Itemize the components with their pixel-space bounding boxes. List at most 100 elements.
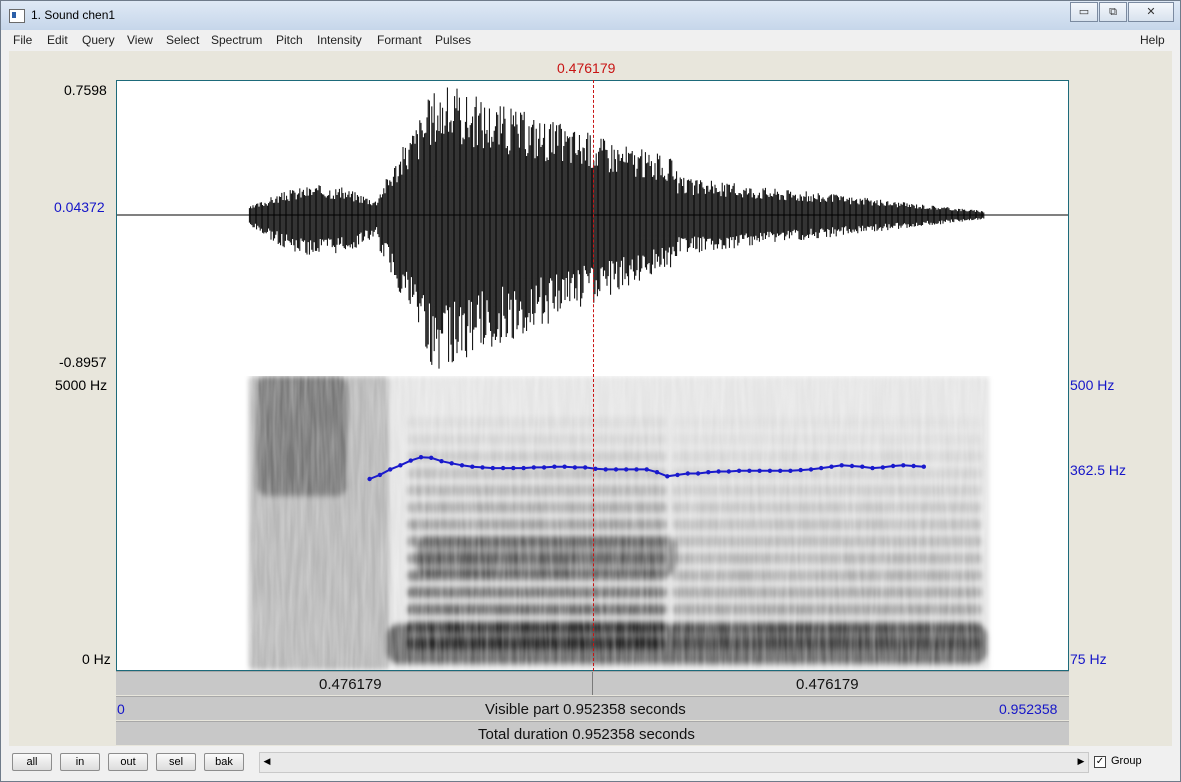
cursor-line[interactable] <box>592 80 594 671</box>
pitch-mid-label: 362.5 Hz <box>1070 462 1127 478</box>
total-duration-text: Total duration 0.952358 seconds <box>478 726 695 743</box>
pitch-point <box>541 465 547 470</box>
spectrogram-bottom-label: 0 Hz <box>82 651 111 667</box>
pitch-point <box>819 465 824 471</box>
pitch-point <box>593 466 598 471</box>
pitch-point <box>736 468 742 473</box>
visible-part-text: Visible part 0.952358 seconds <box>485 701 686 718</box>
pitch-point <box>408 458 413 463</box>
visible-end-label: 0.952358 <box>999 701 1058 717</box>
zoom-all-button[interactable]: all <box>12 753 52 771</box>
zoom-back-button[interactable]: bak <box>204 753 244 771</box>
pitch-point <box>890 463 896 469</box>
menu-formant[interactable]: Formant <box>377 33 422 47</box>
menu-pitch[interactable]: Pitch <box>276 33 303 47</box>
pitch-point <box>808 467 814 472</box>
zoom-selection-button[interactable]: sel <box>156 753 196 771</box>
pitch-point <box>583 465 588 470</box>
scroll-right-icon[interactable]: ▶ <box>1074 753 1088 772</box>
title-bar: 1. Sound chen1 ▭ ⧉ ✕ <box>1 1 1180 30</box>
menu-view[interactable]: View <box>127 33 153 47</box>
pitch-point <box>480 465 485 470</box>
pitch-point <box>839 463 844 468</box>
waveform-zero-label: 0.04372 <box>54 199 105 215</box>
pitch-point <box>459 463 465 468</box>
pitch-point <box>829 464 834 469</box>
pitch-point <box>665 474 670 479</box>
menu-query[interactable]: Query <box>82 33 115 47</box>
window-controls: ▭ ⧉ ✕ <box>1069 2 1174 22</box>
menu-edit[interactable]: Edit <box>47 33 68 47</box>
menu-intensity[interactable]: Intensity <box>317 33 362 47</box>
pitch-point <box>398 463 403 468</box>
zoom-out-button[interactable]: out <box>108 753 148 771</box>
pitch-point <box>695 471 701 476</box>
left-segment-duration: 0.476179 <box>319 676 382 693</box>
pitch-point <box>911 463 916 469</box>
pitch-point <box>767 468 773 473</box>
pitch-point <box>778 468 783 473</box>
waveform-max-label: 0.7598 <box>64 82 107 98</box>
time-scrollbar[interactable]: ◀ ▶ <box>259 752 1089 773</box>
pitch-point <box>613 467 619 472</box>
menu-spectrum[interactable]: Spectrum <box>211 33 262 47</box>
pitch-point <box>675 472 680 478</box>
pitch-point <box>531 465 536 470</box>
pitch-point <box>921 464 926 469</box>
pitch-point <box>439 459 444 464</box>
pitch-point <box>603 467 608 472</box>
menu-file[interactable]: File <box>13 33 32 47</box>
pitch-point <box>716 469 721 474</box>
bottom-toolbar: all in out sel bak ◀ ▶ ✓ Group <box>9 749 1172 777</box>
total-duration-bar[interactable]: Total duration 0.952358 seconds <box>116 721 1069 745</box>
visible-part-bar[interactable]: Visible part 0.952358 seconds <box>116 696 1069 720</box>
close-button[interactable]: ✕ <box>1128 2 1174 22</box>
pitch-point <box>572 465 578 470</box>
pitch-point <box>860 464 865 469</box>
editor-canvas: 0.476179 0.7598 0.04372 -0.8957 5000 Hz … <box>9 51 1172 746</box>
pitch-point <box>552 464 557 469</box>
pitch-point <box>654 470 660 475</box>
group-label: Group <box>1111 755 1142 767</box>
pitch-point <box>726 469 731 474</box>
pitch-point <box>880 465 885 470</box>
pitch-point <box>644 467 649 472</box>
menu-pulses[interactable]: Pulses <box>435 33 471 47</box>
waveform-trace <box>248 87 985 369</box>
pitch-point <box>901 463 906 468</box>
pitch-point <box>562 464 567 469</box>
menu-select[interactable]: Select <box>166 33 199 47</box>
pitch-point <box>377 472 383 478</box>
cursor-time-bar[interactable]: 0.476179 0.476179 <box>116 671 1069 695</box>
maximize-button[interactable]: ⧉ <box>1099 2 1127 22</box>
pitch-point <box>757 468 762 473</box>
pitch-point <box>747 468 752 473</box>
waveform-min-label: -0.8957 <box>59 354 107 370</box>
pitch-point <box>449 461 454 466</box>
spectrogram-texture <box>247 376 987 670</box>
pitch-point <box>685 471 690 476</box>
pitch-point <box>706 470 711 475</box>
menu-help[interactable]: Help <box>1140 33 1165 47</box>
zoom-in-button[interactable]: in <box>60 753 100 771</box>
pitch-point <box>870 465 875 471</box>
pitch-point <box>634 467 639 472</box>
minimize-button[interactable]: ▭ <box>1070 2 1098 22</box>
pitch-point <box>418 455 424 460</box>
pitch-point <box>788 468 793 473</box>
pitch-top-label: 500 Hz <box>1070 377 1115 393</box>
visible-start-label: 0 <box>117 701 125 717</box>
group-checkbox[interactable]: ✓ <box>1094 756 1106 768</box>
pitch-point <box>388 467 393 472</box>
pitch-point <box>849 463 855 469</box>
pitch-point <box>511 465 516 471</box>
pitch-point <box>624 467 629 472</box>
cursor-time-label: 0.476179 <box>557 60 616 76</box>
pitch-point <box>367 476 372 482</box>
pitch-point <box>521 465 526 471</box>
window-title: 1. Sound chen1 <box>31 8 116 22</box>
scroll-left-icon[interactable]: ◀ <box>260 753 274 772</box>
pitch-point <box>500 465 506 471</box>
sound-editor-window: 1. Sound chen1 ▭ ⧉ ✕ File Edit Query Vie… <box>0 0 1181 782</box>
menu-bar: File Edit Query View Select Spectrum Pit… <box>9 30 1172 52</box>
